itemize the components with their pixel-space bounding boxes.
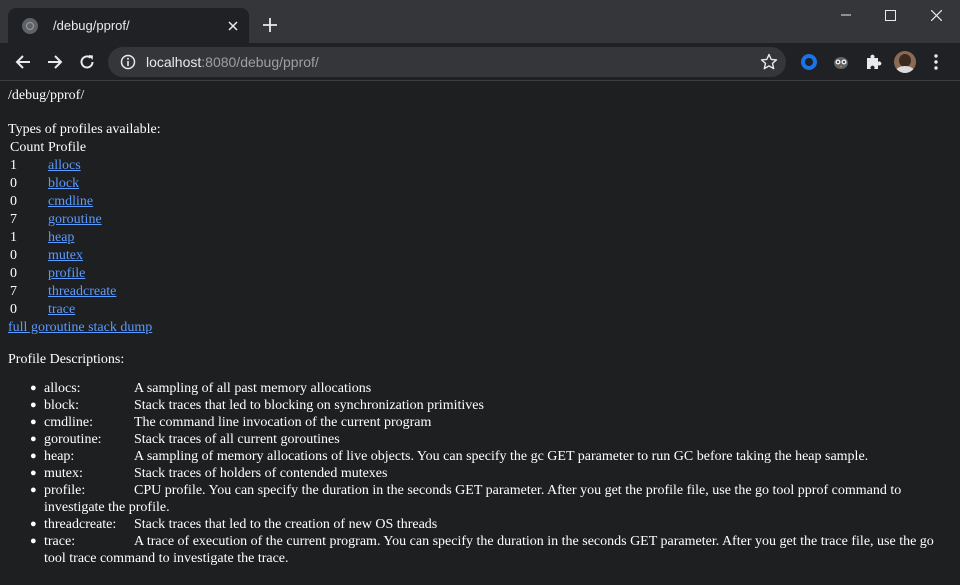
bullet: ●: [30, 535, 37, 547]
list-item: ● mutex: Stack traces of holders of conten…: [0, 465, 960, 482]
descriptions-list: ● allocs: A sampling of all past memory al…: [0, 380, 960, 567]
description-name: mutex:: [44, 466, 83, 481]
maximize-icon: [884, 9, 896, 21]
minimize-button[interactable]: [824, 4, 868, 26]
globe-icon: [22, 17, 38, 34]
description-name: cmdline:: [44, 415, 93, 430]
profile-link-allocs[interactable]: allocs: [48, 157, 81, 174]
tab-title: /debug/pprof/: [53, 18, 130, 33]
profile-link-cmdline[interactable]: cmdline: [48, 193, 93, 210]
description-name: goroutine:: [44, 432, 102, 447]
maximize-button[interactable]: [868, 4, 912, 26]
back-button[interactable]: [9, 48, 37, 76]
info-icon[interactable]: [120, 54, 136, 70]
description-name: trace:: [44, 534, 76, 549]
reload-icon: [80, 55, 94, 69]
full-goroutine-dump-link[interactable]: full goroutine stack dump: [8, 319, 152, 336]
description-name: heap:: [44, 449, 75, 464]
description-text: Stack traces of holders of contended mut…: [134, 466, 388, 481]
list-item: ● profile: CPU profile. You can specify th…: [0, 482, 960, 516]
profile-count: 7: [10, 212, 17, 227]
profile-count: 1: [10, 158, 17, 173]
profile-link-block[interactable]: block: [48, 175, 79, 192]
bullet: ●: [30, 450, 37, 462]
list-item: ● allocs: A sampling of all past memory al…: [0, 380, 960, 397]
profile-count: 1: [10, 230, 17, 245]
address-bar[interactable]: localhost:8080/debug/pprof/: [108, 47, 786, 77]
bullet: ●: [30, 416, 37, 428]
description-text: Stack traces that led to blocking on syn…: [134, 398, 484, 413]
arrow-left-icon: [15, 55, 30, 69]
plus-icon: [263, 18, 277, 32]
descriptions-title: Profile Descriptions:: [8, 352, 125, 367]
profile-count: 7: [10, 284, 17, 299]
profile-count: 0: [10, 194, 17, 209]
minimize-icon: [841, 14, 851, 16]
new-tab-button[interactable]: [259, 14, 281, 36]
title-bar: /debug/pprof/: [0, 0, 960, 43]
description-text: A sampling of memory allocations of live…: [134, 449, 869, 464]
bullet: ●: [30, 382, 37, 394]
browser-toolbar: localhost:8080/debug/pprof/: [0, 43, 960, 81]
bullet: ●: [30, 467, 37, 479]
profile-count: 0: [10, 176, 17, 191]
tab-close-button[interactable]: [223, 16, 243, 36]
description-text: Stack traces that led to the creation of…: [134, 517, 438, 532]
arrow-right-icon: [48, 55, 63, 69]
avatar-shirt: [896, 66, 914, 73]
puzzle-icon[interactable]: [863, 52, 883, 72]
close-icon: [930, 9, 942, 21]
list-item: ● block: Stack traces that led to blocking…: [0, 397, 960, 414]
menu-button[interactable]: [924, 48, 948, 76]
url-text[interactable]: localhost:8080/debug/pprof/: [146, 54, 319, 70]
profile-count: 0: [10, 248, 17, 263]
bullet: ●: [30, 433, 37, 445]
forward-button[interactable]: [41, 48, 69, 76]
description-text: CPU profile. You can specify the duratio…: [44, 483, 902, 515]
browser-tab[interactable]: /debug/pprof/: [8, 8, 249, 43]
bullet: ●: [30, 484, 37, 496]
list-item: ● cmdline: The command line invocation of …: [0, 414, 960, 431]
description-name: threadcreate:: [44, 517, 117, 532]
description-name: profile:: [44, 483, 86, 498]
col-count-header: Count: [10, 140, 45, 155]
list-item: ● goroutine: Stack traces of all current g…: [0, 431, 960, 448]
col-profile-header: Profile: [48, 140, 87, 155]
list-item: ● trace: A trace of execution of the curre…: [0, 533, 960, 567]
description-text: A trace of execution of the current prog…: [44, 534, 934, 566]
extension-circle-icon[interactable]: [799, 52, 819, 72]
profile-link-profile[interactable]: profile: [48, 265, 85, 282]
url-path: :8080/debug/pprof/: [201, 54, 319, 70]
window-close-button[interactable]: [914, 4, 958, 26]
list-item: ● heap: A sampling of memory allocations o…: [0, 448, 960, 465]
profile-link-mutex[interactable]: mutex: [48, 247, 83, 264]
description-name: allocs:: [44, 381, 81, 396]
description-text: A sampling of all past memory allocation…: [134, 381, 372, 396]
types-title: Types of profiles available:: [8, 122, 161, 137]
page-content: /debug/pprof/ Types of profiles availabl…: [0, 81, 960, 585]
description-text: The command line invocation of the curre…: [134, 415, 432, 430]
description-text: Stack traces of all current goroutines: [134, 432, 340, 447]
profile-link-threadcreate[interactable]: threadcreate: [48, 283, 116, 300]
avatar[interactable]: [894, 51, 916, 73]
profile-link-goroutine[interactable]: goroutine: [48, 211, 102, 228]
page-heading: /debug/pprof/: [8, 88, 85, 103]
description-name: block:: [44, 398, 79, 413]
bullet: ●: [30, 399, 37, 411]
close-icon: [228, 20, 238, 31]
more-vertical-icon: [934, 54, 938, 70]
reload-button[interactable]: [73, 48, 101, 76]
extension-owl-icon[interactable]: [831, 52, 851, 72]
profile-link-heap[interactable]: heap: [48, 229, 74, 246]
profile-count: 0: [10, 266, 17, 281]
bullet: ●: [30, 518, 37, 530]
profile-link-trace[interactable]: trace: [48, 301, 75, 318]
profile-count: 0: [10, 302, 17, 317]
list-item: ● threadcreate: Stack traces that led to t…: [0, 516, 960, 533]
star-icon[interactable]: [760, 53, 778, 71]
url-host: localhost: [146, 54, 202, 70]
